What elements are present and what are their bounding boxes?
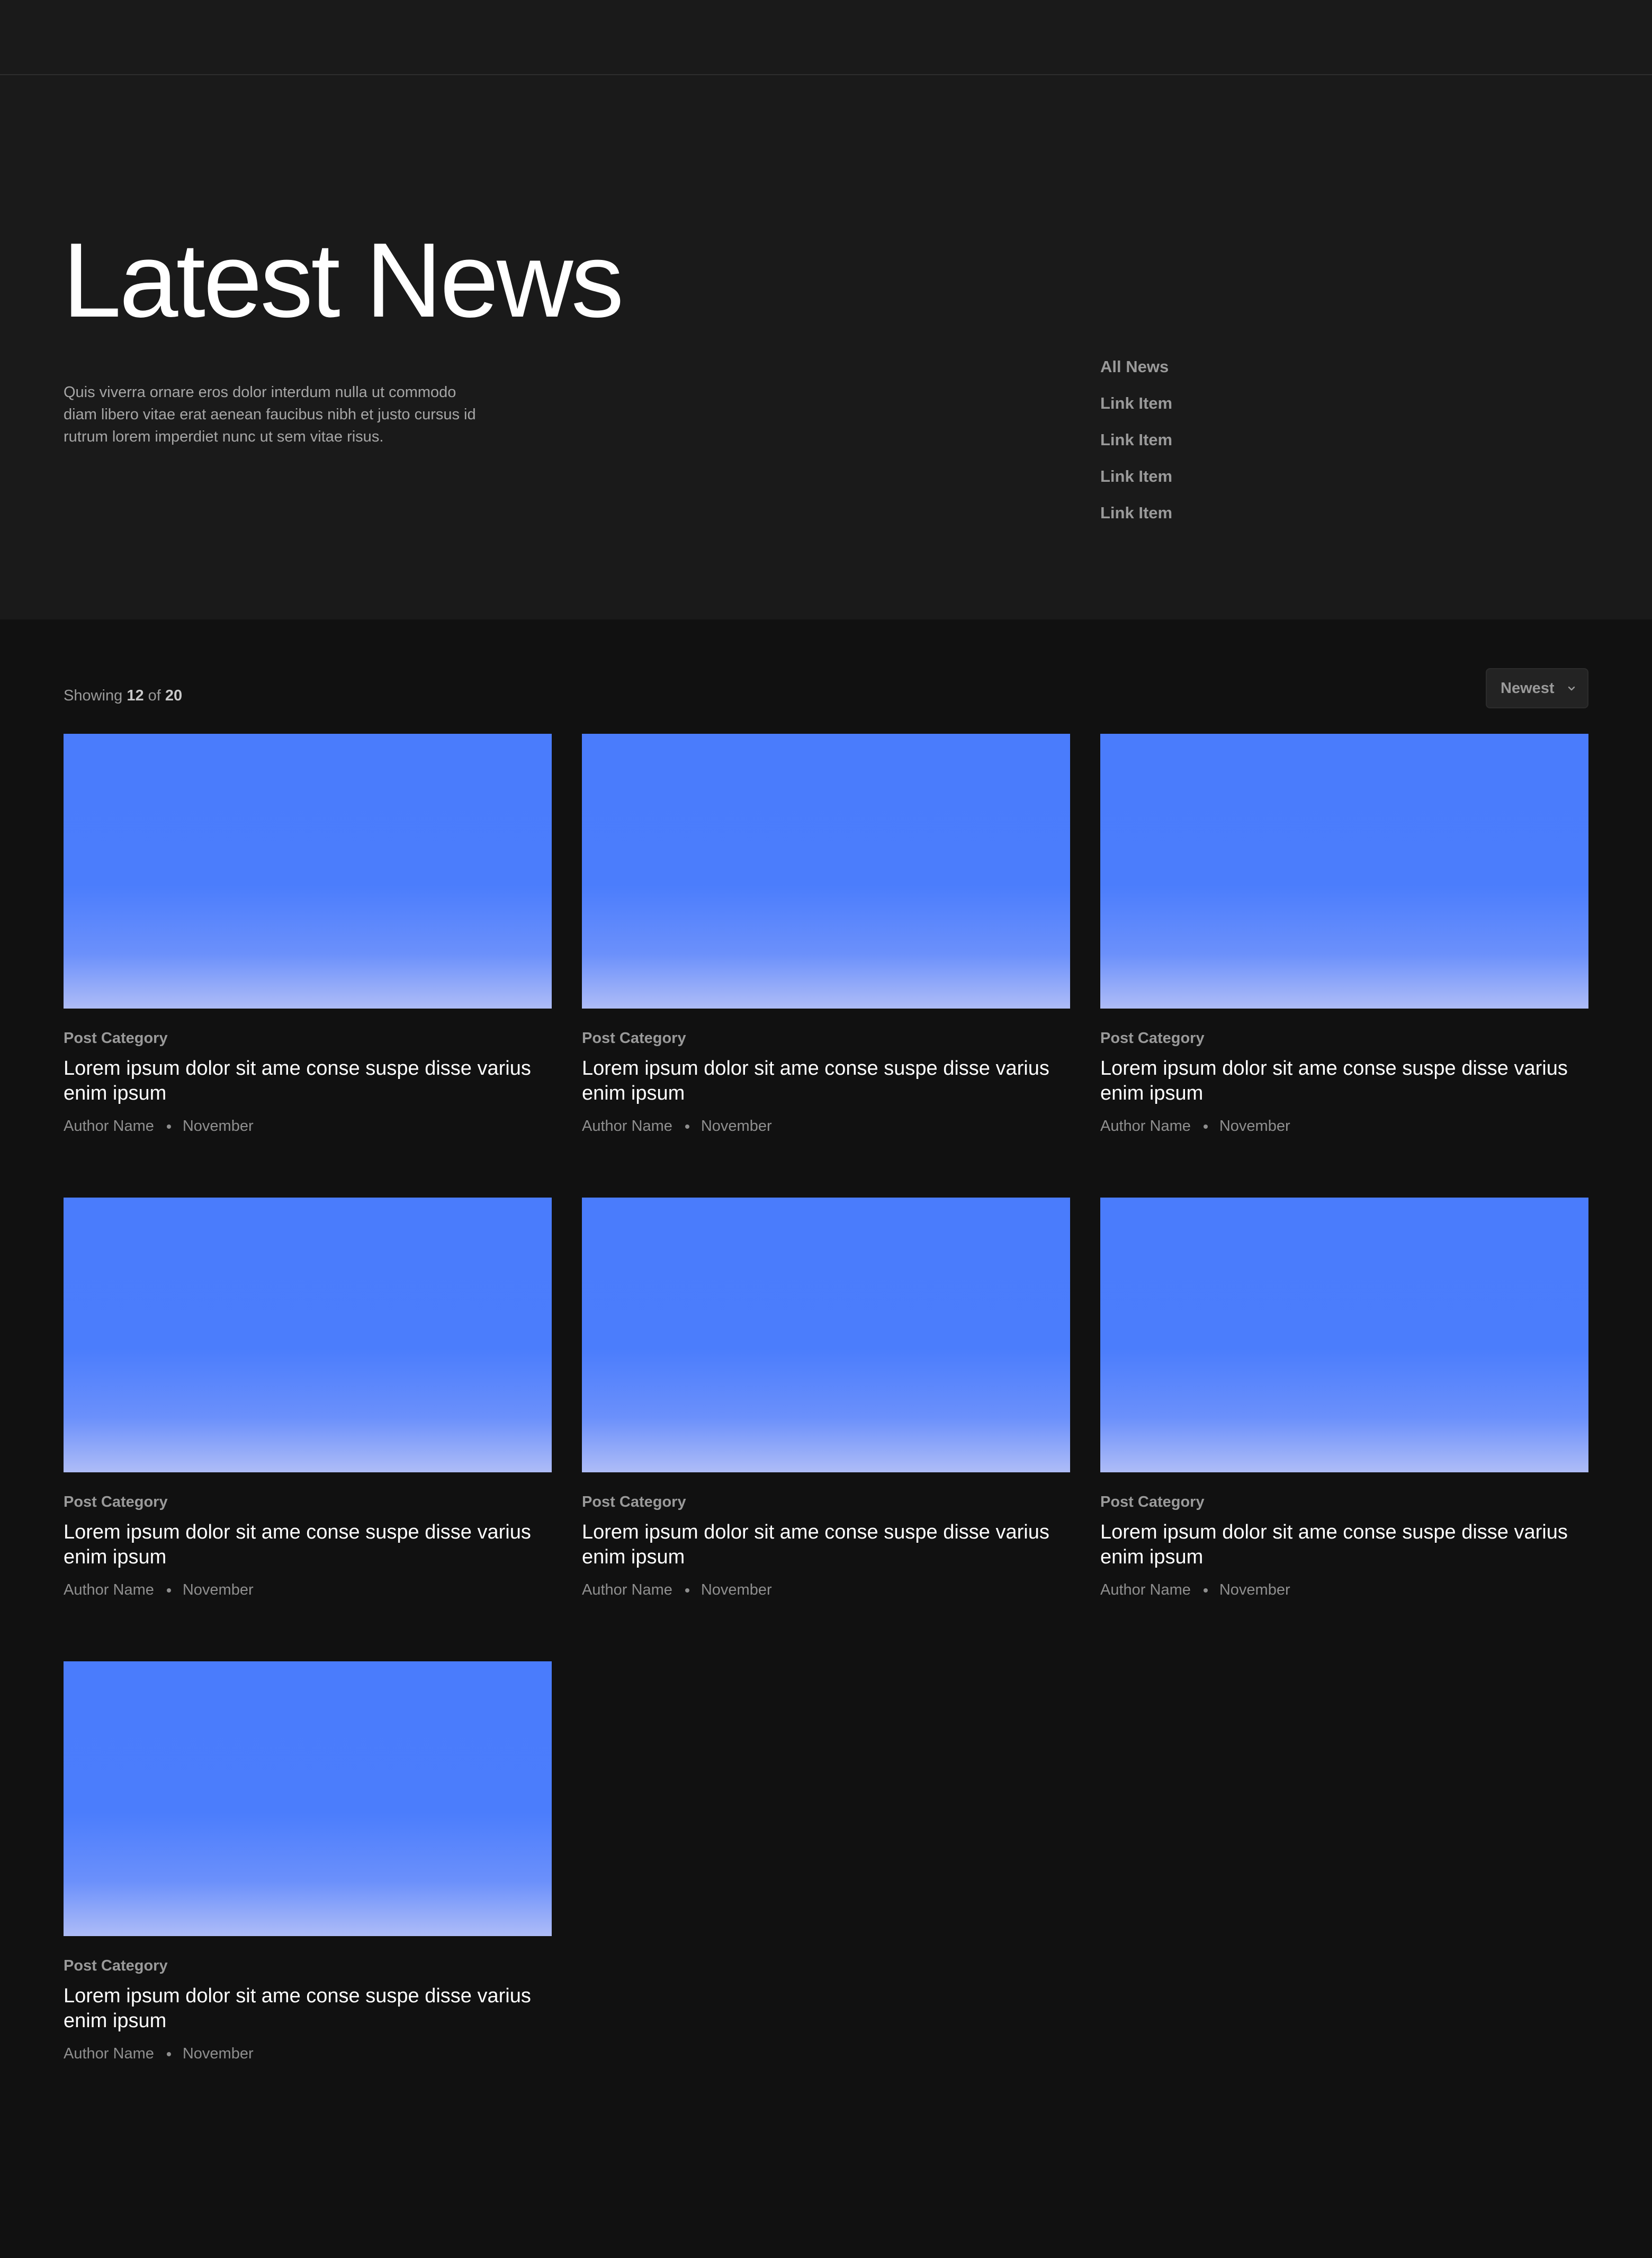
post-date: November (701, 1581, 772, 1598)
post-date: November (182, 1118, 254, 1135)
post-date: November (1219, 1118, 1290, 1135)
nav-item-link[interactable]: Link Item (1100, 385, 1172, 421)
post-title[interactable]: Lorem ipsum dolor sit ame conse suspe di… (1100, 1056, 1588, 1106)
post-image (582, 1198, 1070, 1472)
post-image (64, 1198, 552, 1472)
post-category: Post Category (1100, 1030, 1205, 1047)
hero-section: Latest News Quis viverra ornare eros dol… (0, 75, 1652, 619)
post-card[interactable]: Post Category Lorem ipsum dolor sit ame … (582, 734, 1070, 1143)
post-title[interactable]: Lorem ipsum dolor sit ame conse suspe di… (582, 1520, 1070, 1570)
chevron-down-icon (1566, 683, 1577, 694)
post-meta: Author Name November (1100, 1581, 1588, 1599)
top-navbar (0, 0, 1652, 75)
meta-separator-dot (166, 2052, 171, 2056)
post-date: November (182, 1581, 254, 1598)
listing-toolbar: Showing 12 of 20 Newest (64, 668, 1588, 709)
nav-item-all-news[interactable]: All News (1100, 348, 1172, 385)
meta-separator-dot (1203, 1124, 1208, 1129)
post-category: Post Category (582, 1494, 686, 1510)
post-title[interactable]: Lorem ipsum dolor sit ame conse suspe di… (64, 1984, 552, 2034)
post-author: Author Name (1100, 1118, 1191, 1135)
meta-separator-dot (685, 1588, 689, 1593)
post-title[interactable]: Lorem ipsum dolor sit ame conse suspe di… (1100, 1520, 1588, 1570)
post-author: Author Name (1100, 1581, 1191, 1598)
post-card[interactable]: Post Category Lorem ipsum dolor sit ame … (64, 1198, 552, 1607)
post-title[interactable]: Lorem ipsum dolor sit ame conse suspe di… (64, 1056, 552, 1106)
nav-item-link[interactable]: Link Item (1100, 494, 1172, 531)
category-nav: All News Link Item Link Item Link Item L… (1100, 348, 1172, 531)
page: Latest News Quis viverra ornare eros dol… (0, 0, 1652, 2258)
post-meta: Author Name November (582, 1118, 1070, 1135)
post-title[interactable]: Lorem ipsum dolor sit ame conse suspe di… (64, 1520, 552, 1570)
sort-dropdown[interactable]: Newest (1486, 668, 1588, 708)
results-count: Showing 12 of 20 (64, 687, 182, 705)
showing-of: of (148, 687, 161, 704)
post-author: Author Name (64, 2045, 154, 2062)
sort-label: Newest (1501, 679, 1555, 697)
meta-separator-dot (166, 1124, 171, 1129)
post-meta: Author Name November (64, 2045, 552, 2063)
post-category: Post Category (1100, 1494, 1205, 1510)
post-card[interactable]: Post Category Lorem ipsum dolor sit ame … (64, 1661, 552, 2071)
page-title: Latest News (62, 221, 624, 339)
post-date: November (1219, 1581, 1290, 1598)
posts-grid: Post Category Lorem ipsum dolor sit ame … (64, 734, 1588, 2071)
post-card[interactable]: Post Category Lorem ipsum dolor sit ame … (1100, 734, 1588, 1143)
post-category: Post Category (64, 1494, 168, 1510)
post-author: Author Name (64, 1581, 154, 1598)
post-category: Post Category (64, 1030, 168, 1047)
post-meta: Author Name November (582, 1581, 1070, 1599)
post-image (1100, 734, 1588, 1009)
showing-total: 20 (165, 687, 183, 704)
post-category: Post Category (582, 1030, 686, 1047)
post-card[interactable]: Post Category Lorem ipsum dolor sit ame … (582, 1198, 1070, 1607)
post-meta: Author Name November (64, 1118, 552, 1135)
post-date: November (701, 1118, 772, 1135)
post-date: November (182, 2045, 254, 2062)
post-author: Author Name (582, 1581, 672, 1598)
meta-separator-dot (685, 1124, 689, 1129)
post-image (64, 734, 552, 1009)
meta-separator-dot (166, 1588, 171, 1593)
post-category: Post Category (64, 1957, 168, 1974)
post-meta: Author Name November (64, 1581, 552, 1599)
post-author: Author Name (582, 1118, 672, 1135)
hero-description: Quis viverra ornare eros dolor interdum … (64, 384, 476, 445)
meta-separator-dot (1203, 1588, 1208, 1593)
post-author: Author Name (64, 1118, 154, 1135)
nav-item-link[interactable]: Link Item (1100, 458, 1172, 494)
post-card[interactable]: Post Category Lorem ipsum dolor sit ame … (1100, 1198, 1588, 1607)
post-card[interactable]: Post Category Lorem ipsum dolor sit ame … (64, 734, 552, 1143)
post-meta: Author Name November (1100, 1118, 1588, 1135)
post-image (64, 1661, 552, 1936)
nav-item-link[interactable]: Link Item (1100, 421, 1172, 458)
post-title[interactable]: Lorem ipsum dolor sit ame conse suspe di… (582, 1056, 1070, 1106)
post-image (582, 734, 1070, 1009)
post-image (1100, 1198, 1588, 1472)
showing-count: 12 (127, 687, 144, 704)
showing-prefix: Showing (64, 687, 123, 704)
